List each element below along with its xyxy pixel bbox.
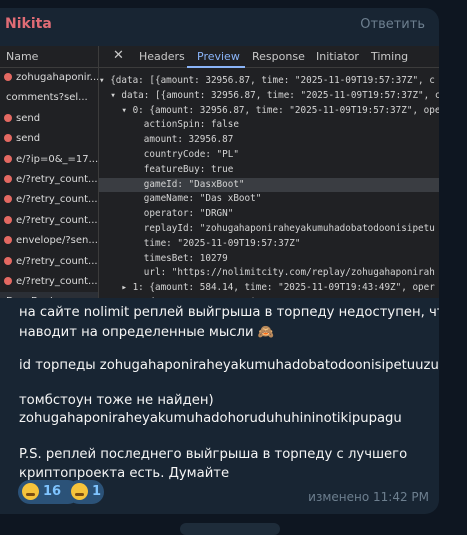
preview-line: ▸ 2: {amount: 423.26, time: "2025-11-09T…: [99, 296, 439, 298]
network-request-list: Name zohugahaponir... comments?sel... send…: [0, 46, 99, 298]
request-name: send: [16, 112, 41, 124]
request-name: e/?retry_count...: [16, 194, 98, 206]
request-row: e/?ip=0&_=17...: [0, 150, 98, 170]
preview-line: actionSpin: false: [99, 119, 239, 131]
error-icon: [4, 215, 12, 224]
request-row: e/?retry_count...: [0, 252, 98, 272]
preview-line: ▾ 0: {amount: 32956.87, time: "2025-11-0…: [99, 104, 439, 116]
error-icon: [4, 236, 12, 245]
preview-line: replayId: "zohugahaponiraheyakumuhadobat…: [99, 222, 435, 234]
error-icon: [4, 256, 12, 265]
request-row: e/?retry_count...: [0, 190, 98, 210]
request-row: zohugahaponir...: [0, 68, 98, 88]
response-panel: ✕ Headers Preview Response Initiator Tim…: [99, 46, 439, 298]
tab-response: Response: [252, 50, 305, 63]
preview-line: featureBuy: true: [99, 163, 234, 175]
tab-preview: Preview: [197, 50, 240, 63]
request-name: e/?retry_count...: [16, 275, 98, 287]
error-icon: [4, 113, 12, 122]
request-row: e/?retry_count...: [0, 272, 98, 292]
preview-line: time: "2025-11-09T19:57:37Z": [99, 237, 301, 249]
preview-line: ▸ 1: {amount: 584.14, time: "2025-11-09T…: [99, 282, 435, 294]
request-row: envelope/?sen...: [0, 231, 98, 251]
tab-initiator: Initiator: [316, 50, 359, 63]
request-name: envelope/?sen...: [16, 235, 98, 247]
request-row: send: [0, 129, 98, 149]
preview-line: countryCode: "PL": [99, 148, 239, 160]
sender-name[interactable]: Nikita: [5, 16, 52, 32]
preview-line: operator: "DRGN": [99, 208, 234, 220]
tab-timing: Timing: [371, 50, 409, 63]
grinning-face-icon: [71, 483, 88, 500]
message-bubble[interactable]: Nikita Ответить Name zohugahaponir... com…: [0, 8, 439, 514]
devtools-tabs: ✕ Headers Preview Response Initiator Tim…: [99, 46, 439, 68]
request-row: comments?sel...: [0, 88, 98, 108]
reply-button[interactable]: Ответить: [360, 17, 425, 32]
scroll-indicator: [180, 523, 280, 535]
message-text-line: zohugahaponiraheyakumuhadohoruduhuhinino…: [19, 411, 402, 426]
preview-line: ▾ {data: [{amount: 32956.87, time: "2025…: [99, 75, 435, 86]
request-row: e/?retry_count...: [0, 170, 98, 190]
reaction-grinning[interactable]: 1: [67, 480, 104, 504]
request-name: e/?retry_count...: [16, 214, 98, 226]
request-name: e/?ip=0&_=17...: [16, 153, 98, 165]
error-icon: [4, 154, 12, 163]
message-text-line: id торпеды zohugahaponiraheyakumuhadobat…: [19, 358, 439, 373]
preview-line: url: "https://nolimitcity.com/replay/zoh…: [99, 267, 435, 279]
request-name: comments?sel...: [6, 92, 88, 104]
request-row: DasxBoot: [0, 292, 98, 298]
active-tab-underline: [187, 66, 245, 68]
preview-line: gameId: "DasxBoot": [99, 177, 439, 193]
request-name: e/?retry_count...: [16, 173, 98, 185]
edited-timestamp: изменено 11:42 PM: [308, 490, 429, 504]
request-name: e/?retry_count...: [16, 255, 98, 267]
error-icon: [4, 73, 12, 81]
message-text-line: томбстоун тоже не найден): [19, 393, 214, 408]
thinking-face-icon: [22, 483, 39, 500]
reaction-count: 16: [43, 484, 62, 499]
name-column-header: Name: [0, 46, 98, 68]
error-icon: [4, 174, 12, 183]
request-name: zohugahaponir...: [16, 72, 98, 83]
preview-line: ▾ data: [{amount: 32956.87, time: "2025-…: [99, 89, 439, 101]
error-icon: [4, 276, 12, 285]
request-row: send: [0, 109, 98, 129]
request-row: e/?retry_count...: [0, 211, 98, 231]
preview-line: timesBet: 10279: [99, 252, 228, 264]
request-name: DasxBoot: [6, 296, 54, 298]
error-icon: [4, 195, 12, 204]
reaction-count: 1: [92, 484, 102, 499]
request-name: send: [16, 133, 41, 145]
message-text-line: наводит на определенные мысли 🙈: [19, 325, 275, 340]
tab-headers: Headers: [139, 50, 185, 63]
preview-line: gameName: "Das xBoot": [99, 193, 262, 205]
message-header: Nikita Ответить: [0, 8, 439, 40]
json-preview: ▾ {data: [{amount: 32956.87, time: "2025…: [99, 74, 439, 298]
preview-line: amount: 32956.87: [99, 134, 234, 146]
message-text-line: на сайте nolimit реплей выйгрыша в торпе…: [19, 305, 439, 320]
close-icon: ✕: [113, 48, 124, 63]
message-text-line: P.S. реплей последнего выйгрыша в торпед…: [19, 447, 408, 462]
devtools-screenshot[interactable]: Name zohugahaponir... comments?sel... send…: [0, 46, 439, 298]
error-icon: [4, 134, 12, 143]
